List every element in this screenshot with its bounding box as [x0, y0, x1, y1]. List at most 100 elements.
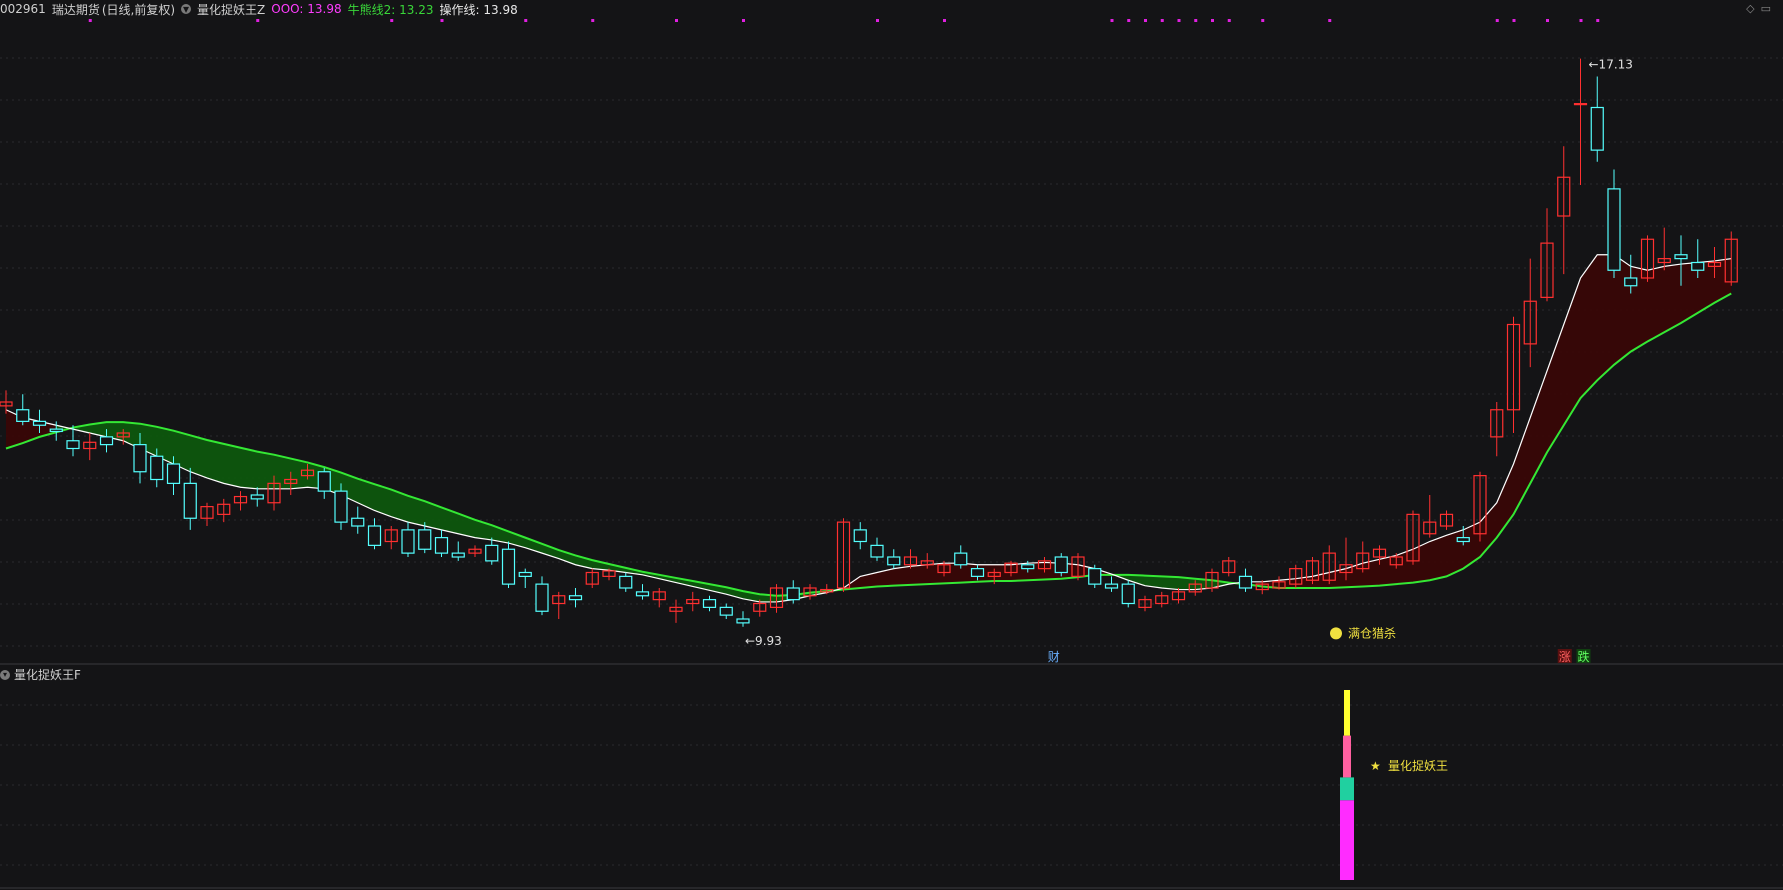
candle	[1607, 169, 1621, 278]
sub-indicator-menu-icon[interactable]: ▾	[0, 669, 10, 680]
signal-dot	[1328, 19, 1332, 22]
candle-body	[786, 587, 800, 601]
candle	[518, 568, 532, 588]
expand-icon[interactable]: ▭	[1761, 2, 1777, 15]
candle-body	[1456, 537, 1470, 543]
diamond-icon[interactable]: ◇	[1746, 2, 1760, 15]
signal-dot	[1144, 19, 1147, 22]
candle	[1439, 510, 1454, 530]
candle	[619, 572, 633, 592]
candle-body	[1607, 188, 1621, 271]
sub-header: ▾ 量化捉妖王F	[0, 666, 81, 683]
candle	[786, 580, 800, 604]
candle-body	[719, 606, 733, 616]
signal-dot	[876, 19, 879, 22]
candle	[1557, 146, 1571, 275]
candle-body	[183, 482, 197, 519]
candle	[1289, 564, 1303, 588]
candle-body	[970, 568, 985, 577]
candle-body	[702, 599, 717, 608]
signal-dot	[1211, 19, 1214, 22]
signal-dot	[591, 19, 595, 22]
candle	[16, 394, 30, 426]
candle-body	[887, 556, 901, 566]
candle	[1490, 402, 1504, 457]
signal-dot	[1596, 19, 1600, 22]
candle	[1121, 580, 1135, 608]
candle	[887, 549, 901, 569]
candle-body	[367, 525, 382, 546]
candle-body	[501, 548, 516, 585]
candle	[1054, 553, 1068, 577]
money-bag-icon	[1330, 627, 1342, 640]
candle	[501, 541, 516, 588]
stock-name: 瑞达期货	[51, 2, 100, 17]
indicator-name[interactable]: 量化捉妖王Z	[197, 1, 265, 18]
candle	[853, 522, 867, 550]
candle	[434, 529, 449, 557]
candle	[719, 603, 733, 619]
candle	[83, 433, 97, 461]
candle	[1423, 495, 1437, 538]
signal-dot	[1227, 19, 1231, 22]
candle	[669, 599, 683, 623]
stock-code: 002961	[0, 2, 46, 16]
candle-body	[317, 471, 331, 492]
candle	[702, 595, 717, 612]
signal-dot	[943, 19, 946, 22]
signal-dot	[524, 19, 528, 22]
signal-dot	[1579, 19, 1583, 22]
candle	[736, 611, 750, 627]
candle-body	[1121, 583, 1135, 605]
candle-body	[635, 591, 650, 597]
candle-body	[351, 517, 365, 527]
candle-body	[1104, 583, 1119, 589]
candle	[1590, 76, 1604, 162]
candle	[1523, 258, 1537, 368]
candle-body	[535, 583, 549, 612]
candle	[1171, 588, 1186, 604]
candle-body	[954, 552, 968, 566]
candle-body	[418, 529, 432, 550]
high-price-label: ←17.13	[1589, 58, 1633, 72]
candle	[317, 467, 331, 499]
candle-body	[870, 544, 884, 558]
candle	[1506, 316, 1521, 433]
signal-dot	[1495, 19, 1499, 22]
indicator-menu-icon[interactable]: ▾	[181, 3, 192, 15]
candle	[351, 506, 365, 534]
signal-dot	[1546, 19, 1549, 22]
signal-dot	[742, 19, 745, 22]
candle-body	[853, 529, 867, 543]
candle-body	[99, 436, 114, 446]
period-label[interactable]: (日线,前复权)	[102, 1, 175, 18]
candle-body	[568, 595, 583, 601]
candle	[1657, 227, 1671, 271]
candle	[200, 502, 214, 526]
candle-body	[1238, 575, 1253, 589]
candle	[1222, 557, 1236, 577]
candle-body	[1088, 568, 1102, 585]
candle	[485, 537, 499, 565]
candle-body	[518, 571, 532, 577]
candle	[183, 467, 197, 530]
candle-body	[736, 618, 750, 624]
signal-bar-segment	[1344, 690, 1350, 736]
sub-signal-label: 量化捉妖王	[1388, 758, 1448, 773]
candle-body	[485, 544, 499, 562]
candle	[1573, 58, 1588, 185]
event-label-finance: 财	[1048, 650, 1060, 664]
candle-body	[619, 575, 633, 589]
signal-dot	[1160, 19, 1164, 22]
candle-body	[1021, 564, 1035, 570]
candle-body	[1674, 254, 1688, 260]
candle-body	[166, 463, 181, 484]
sub-indicator-name[interactable]: 量化捉妖王F	[14, 666, 81, 683]
candle	[1305, 557, 1320, 585]
candle-body	[1054, 556, 1068, 574]
signal-bar-segment	[1340, 800, 1354, 880]
candle	[1088, 564, 1102, 588]
signal-dot	[256, 19, 260, 22]
candle	[602, 568, 616, 581]
candle	[367, 518, 382, 550]
